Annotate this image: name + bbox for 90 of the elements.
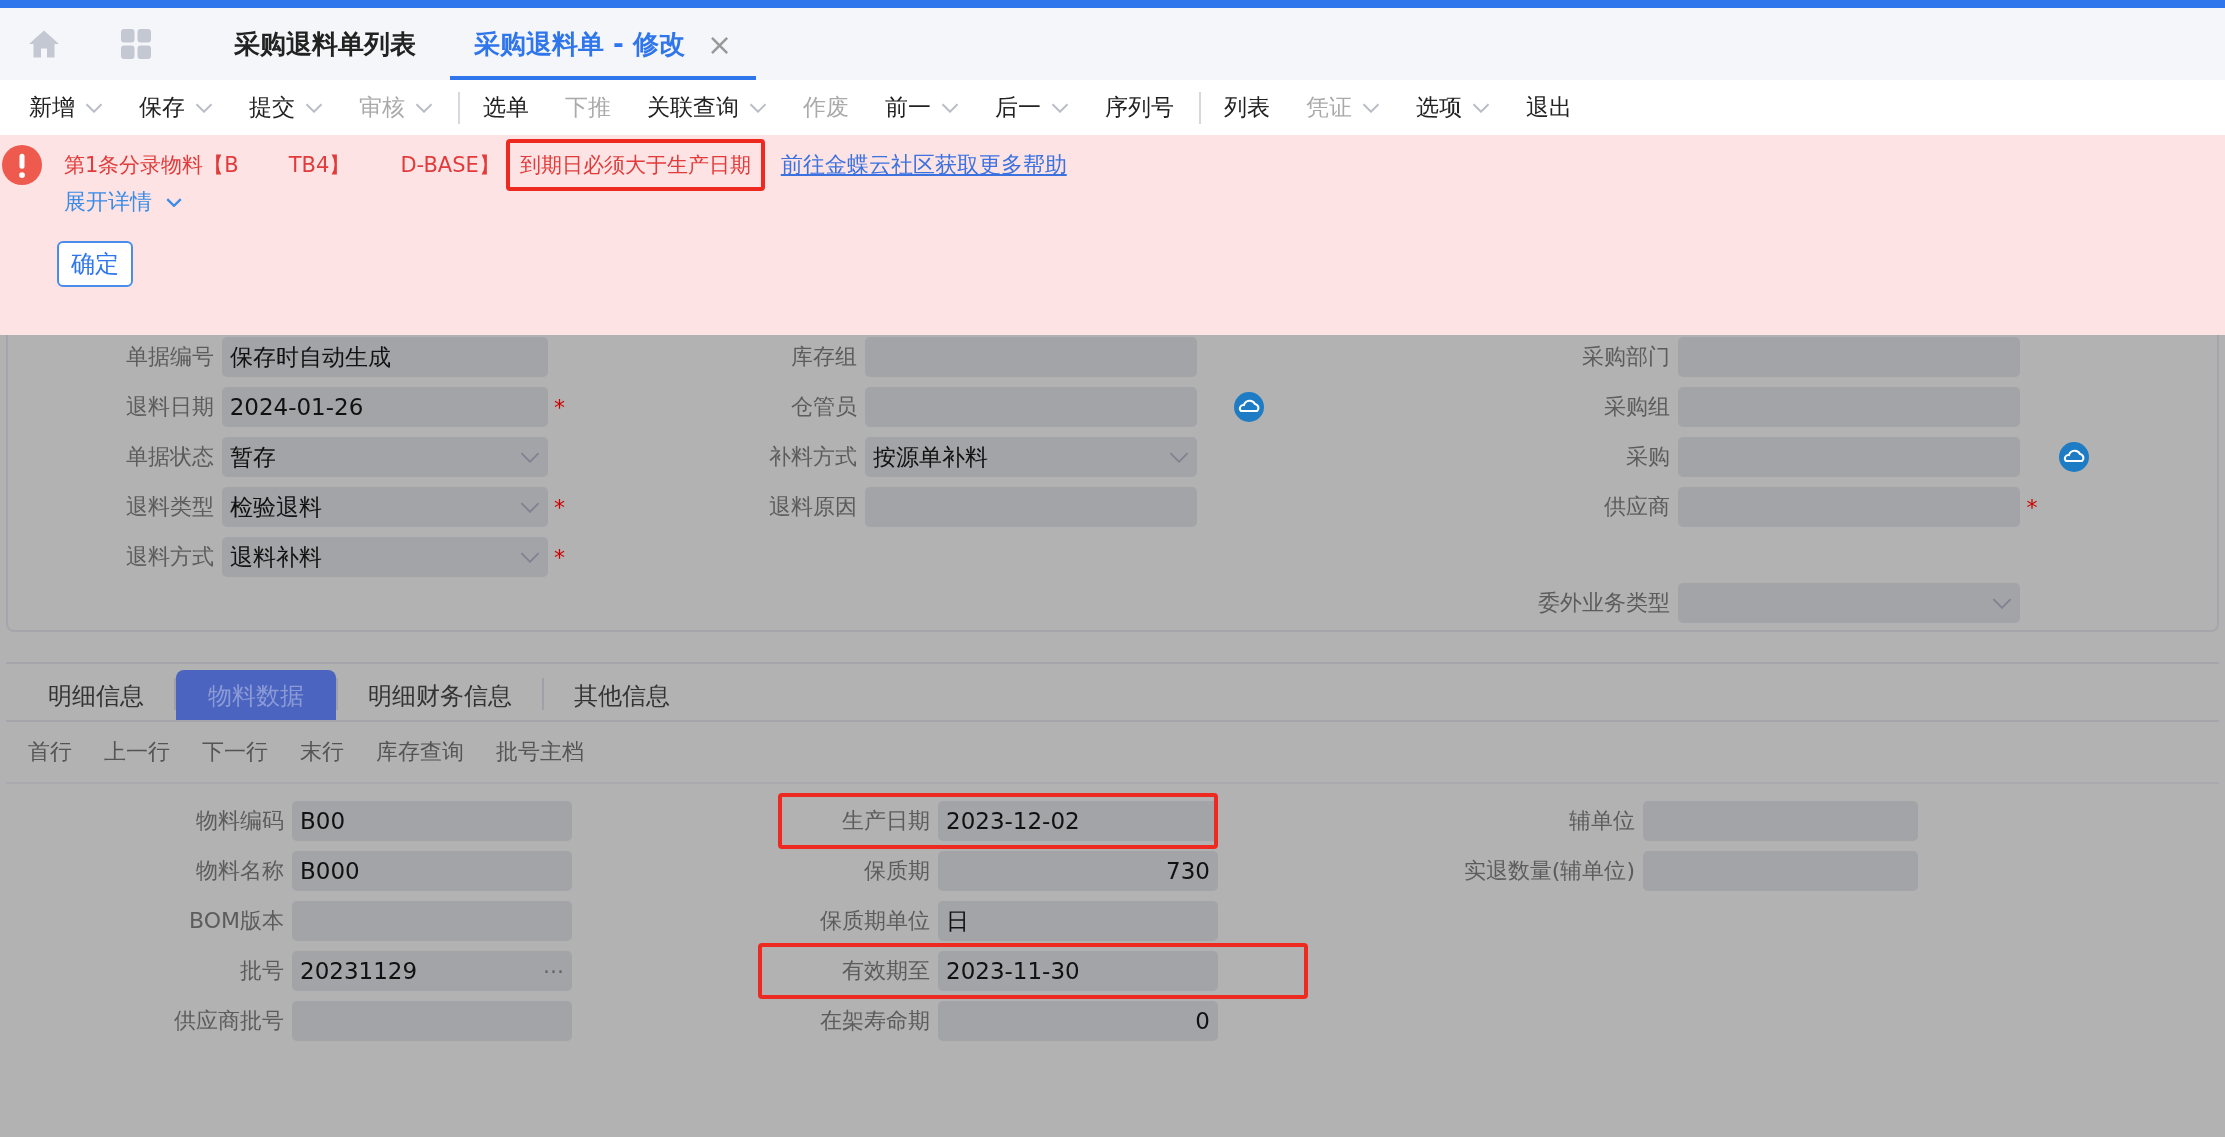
field-label: 补料方式: [768, 443, 859, 471]
caret-icon: [1051, 102, 1069, 113]
error-message: TB4】: [288, 152, 351, 179]
field-label: 物料编码: [195, 807, 285, 835]
chevron-icon: [166, 197, 182, 207]
row-action-link[interactable]: 上一行: [104, 737, 170, 767]
chevron-icon: [520, 551, 541, 563]
field-label: 仓管员: [790, 393, 859, 421]
field-label: 物料名称: [195, 857, 285, 885]
field-label: 供应商: [1603, 493, 1671, 521]
field-label: 库存组: [790, 343, 859, 371]
apps-grid-icon[interactable]: [118, 26, 154, 62]
field-label: 单据编号: [124, 343, 215, 371]
input-field[interactable]: B00: [292, 801, 572, 841]
input-field[interactable]: 2024-01-26: [221, 387, 549, 427]
field-label: 生产日期: [841, 807, 931, 835]
dropdown-field[interactable]: 按源单补料: [865, 437, 1197, 477]
help-link[interactable]: 前往金蝶云社区获取更多帮助: [780, 150, 1067, 180]
field-label: 退料类型: [124, 493, 215, 521]
row-action-link[interactable]: 下一行: [202, 737, 268, 767]
toolbar-button[interactable]: 关联查询: [636, 87, 778, 128]
field-label: 辅单位: [1568, 807, 1636, 835]
field-label: 单据状态: [124, 443, 215, 471]
error-message: 第1条分录物料【B: [64, 152, 239, 179]
caret-icon: [305, 102, 323, 113]
caret-icon: [415, 102, 433, 113]
toolbar-button[interactable]: 新增: [18, 87, 114, 128]
error-message: D-BASE】: [400, 152, 500, 179]
row-action-link[interactable]: 批号主档: [496, 737, 584, 767]
dropdown-field[interactable]: 退料补料: [221, 537, 549, 577]
required-mark: *: [553, 394, 565, 420]
field-label: 实退数量(辅单位): [1462, 857, 1636, 885]
toolbar-button[interactable]: 选单: [472, 87, 540, 128]
required-mark: *: [553, 544, 565, 570]
input-field[interactable]: 730: [938, 851, 1218, 891]
field-label: BOM版本: [188, 907, 285, 935]
toolbar-button[interactable]: 前一: [874, 87, 970, 128]
field-label: 保质期单位: [819, 907, 931, 935]
field-label: 采购组: [1603, 393, 1671, 421]
field-label: 退料方式: [124, 543, 215, 571]
dropdown-field[interactable]: 检验退料: [221, 487, 549, 527]
field-label: 退料日期: [124, 393, 215, 421]
input-field[interactable]: 0: [938, 1001, 1218, 1041]
toolbar-button[interactable]: 后一: [984, 87, 1080, 128]
dropdown-field[interactable]: [1678, 583, 2020, 623]
field-label: 在架寿命期: [819, 1007, 931, 1035]
input-field[interactable]: B000: [292, 851, 572, 891]
field-label: 批号: [239, 957, 285, 985]
caret-icon: [1362, 102, 1380, 113]
chevron-icon: [1168, 451, 1189, 463]
input-field[interactable]: 2023-11-30: [938, 951, 1218, 991]
input-field[interactable]: 20231129 ···: [292, 951, 572, 991]
caret-icon: [941, 102, 959, 113]
input-field[interactable]: 日: [938, 901, 1218, 941]
caret-icon: [749, 102, 767, 113]
toolbar-button[interactable]: 提交: [238, 87, 334, 128]
field-label: 保质期: [863, 857, 931, 885]
cloud-icon[interactable]: [1232, 391, 1265, 423]
confirm-button[interactable]: 确定: [57, 241, 133, 287]
error-message: 到期日必须大于生产日期: [505, 139, 765, 191]
chevron-icon: [1992, 597, 2012, 609]
toolbar-button[interactable]: 退出: [1515, 87, 1583, 128]
error-icon: [2, 145, 42, 185]
page-tab[interactable]: 采购退料单列表: [210, 8, 440, 80]
field-label: 退料原因: [768, 493, 859, 521]
field-label: 供应商批号: [173, 1007, 285, 1035]
chevron-icon: [520, 451, 541, 463]
cloud-icon[interactable]: [2058, 441, 2090, 473]
toolbar-button[interactable]: 列表: [1213, 87, 1281, 128]
detail-tab[interactable]: 明细信息: [18, 670, 174, 720]
dropdown-field[interactable]: 暂存: [221, 437, 549, 477]
required-mark: *: [2026, 494, 2038, 520]
toolbar-button[interactable]: 选项: [1405, 87, 1501, 128]
field-label: 委外业务类型: [1537, 589, 1671, 617]
toolbar-button[interactable]: 序列号: [1094, 87, 1185, 128]
caret-icon: [85, 102, 103, 113]
caret-icon: [1472, 102, 1490, 113]
row-action-link[interactable]: 末行: [300, 737, 344, 767]
chevron-icon: [520, 501, 541, 513]
row-action-link[interactable]: 首行: [28, 737, 72, 767]
field-label: 采购: [1625, 443, 1671, 471]
caret-icon: [195, 102, 213, 113]
detail-tab[interactable]: 其他信息: [544, 670, 700, 720]
detail-tab[interactable]: 明细财务信息: [338, 670, 542, 720]
toolbar-button[interactable]: 保存: [128, 87, 224, 128]
field-label: 采购部门: [1581, 343, 1671, 371]
required-mark: *: [553, 494, 565, 520]
input-field[interactable]: 保存时自动生成: [221, 337, 549, 377]
row-action-link[interactable]: 库存查询: [376, 737, 464, 767]
field-label: 有效期至: [841, 957, 931, 985]
